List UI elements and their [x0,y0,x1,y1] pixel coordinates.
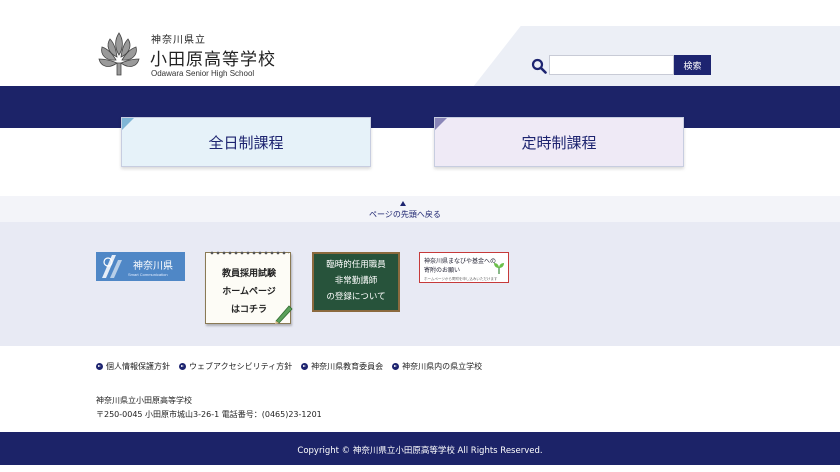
temp-staff-banner[interactable]: 臨時的任用職員 非常勤講師 の登録について [312,252,400,312]
sprout-icon [494,263,504,274]
banner-area [0,222,840,346]
footer-link-label: 神奈川県内の県立学校 [402,362,483,371]
arrow-up-icon[interactable] [400,201,406,206]
arrow-circle-icon [96,363,103,370]
teacher-recruit-line1: 教員採用試験 [221,269,276,279]
fulltime-course-label: 全日制課程 [208,133,284,152]
pencil-icon [275,305,293,324]
fund-line1: 神奈川県まなびや基金への [424,258,497,265]
footer-link-board-of-education[interactable]: 神奈川県教育委員会 [301,361,383,372]
kanagawa-logo-icon [102,255,122,278]
school-name[interactable]: 小田原高等学校 [150,45,276,70]
search-input[interactable] [549,55,674,75]
search-button[interactable]: 検索 [674,55,711,75]
address-line: 〒250-0045 小田原市城山3-26-1 電話番号：(0465)23-120… [96,410,322,419]
temp-staff-line2: 非常勤講師 [334,276,378,286]
kanagawa-banner-label: 神奈川県 [133,261,173,272]
notebook-rings [209,250,289,256]
footer-link-accessibility[interactable]: ウェブアクセシビリティ方針 [179,361,292,372]
footer-link-label: ウェブアクセシビリティ方針 [189,362,293,371]
manabiya-fund-banner[interactable]: 神奈川県まなびや基金への 寄附のお願い ホームページから寄附を申し込みいただけま… [419,252,509,283]
school-name-english: Odawara Senior High School [151,69,255,78]
arrow-circle-icon [179,363,186,370]
temp-staff-line1: 臨時的任用職員 [326,260,386,270]
parttime-course-button[interactable]: 定時制課程 [434,117,684,167]
teacher-recruit-line2: ホームページ [222,287,276,297]
arrow-circle-icon [301,363,309,370]
footer-link-label: 個人情報保護方針 [106,362,170,371]
card-corner-decoration [122,118,134,130]
kanagawa-banner-sub: Smart Communication [128,272,168,277]
address-school-name: 神奈川県立小田原高等学校 [96,396,192,405]
parttime-course-label: 定時制課程 [521,133,597,152]
footer-link-privacy[interactable]: 個人情報保護方針 [96,361,170,372]
kanagawa-banner[interactable]: 神奈川県 Smart Communication [96,252,185,281]
site-header: 神奈川県立 小田原高等学校 Odawara Senior High School… [0,0,840,86]
school-prefecture[interactable]: 神奈川県立 [151,31,206,46]
footer-links: 個人情報保護方針 ウェブアクセシビリティ方針 神奈川県教育委員会 神奈川県内の県… [96,361,482,372]
fund-small-text: ホームページから寄附を申し込みいただけます [424,277,498,281]
fund-line2: 寄附のお願い [424,267,461,274]
temp-staff-line3: の登録について [326,292,386,302]
arrow-circle-icon [392,363,400,370]
fulltime-course-button[interactable]: 全日制課程 [121,117,371,167]
page-top-link[interactable]: ページの先頭へ戻る [369,209,441,220]
footer-link-prefectural-schools[interactable]: 神奈川県内の県立学校 [392,361,482,372]
card-corner-decoration [435,118,447,130]
footer-link-label: 神奈川県教育委員会 [311,362,384,371]
search-icon [531,58,547,74]
copyright-text: Copyright © 神奈川県立小田原高等学校 All Rights Rese… [297,446,543,456]
school-crest-icon[interactable] [96,31,142,77]
